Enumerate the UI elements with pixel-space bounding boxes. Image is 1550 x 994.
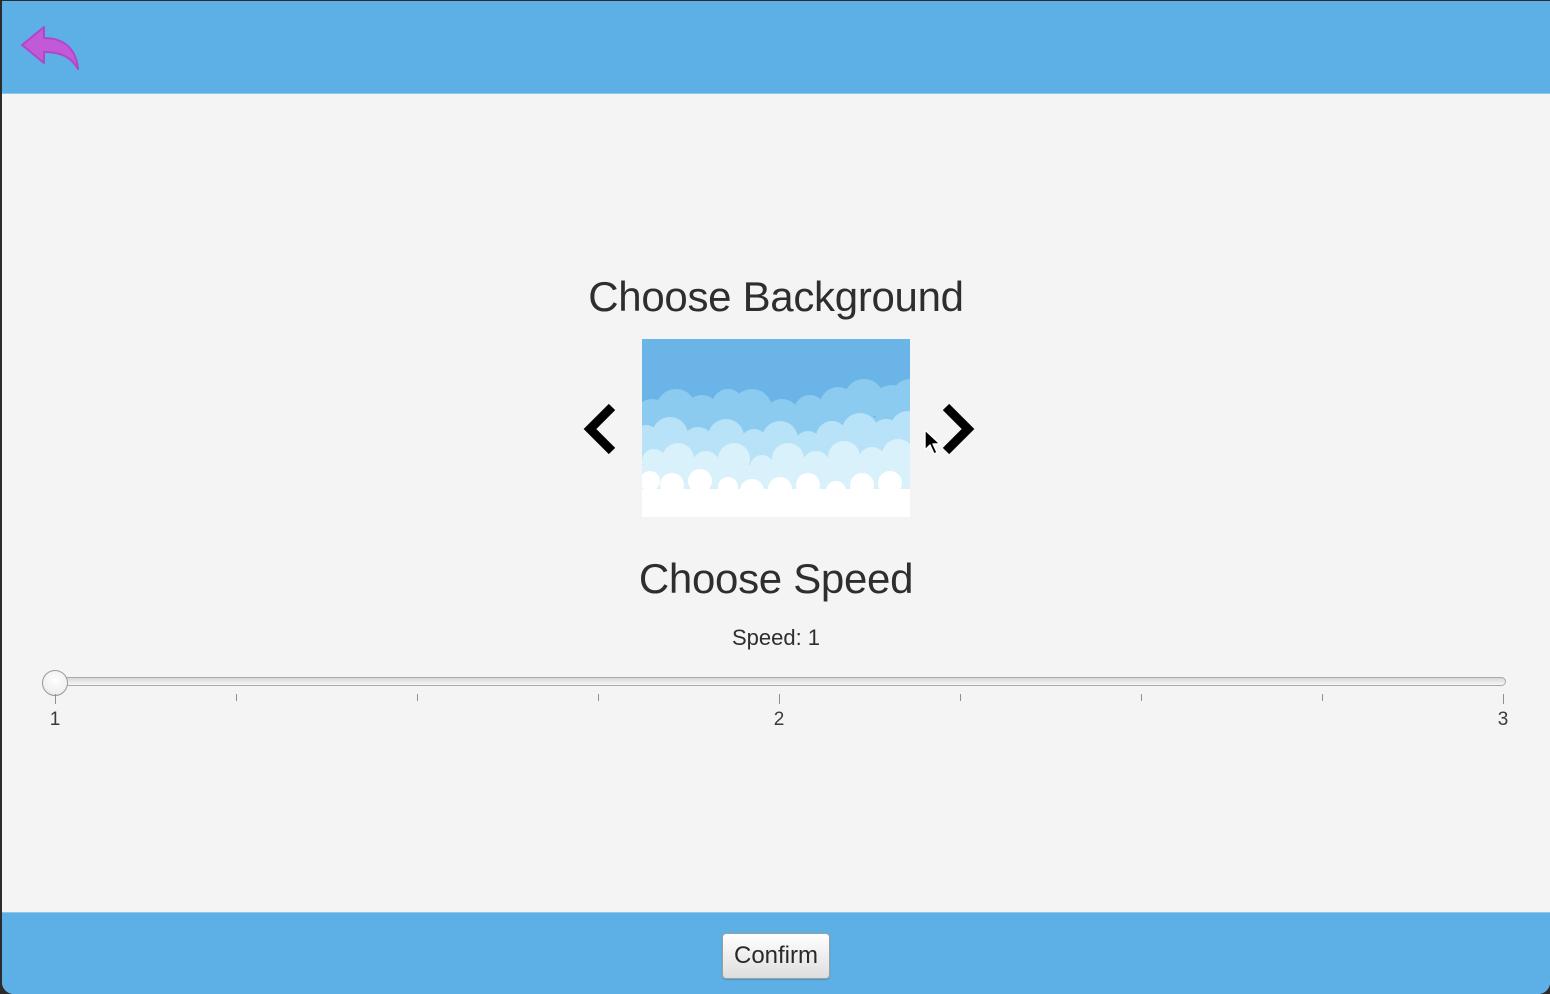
slider-major-tick [55,694,56,704]
sky-clouds-image [642,339,910,517]
speed-value-label: Speed: 1 [731,625,821,650]
bottom-bar: Confirm [2,912,1550,994]
back-arrow-icon [21,26,79,70]
slider-tick-label: 3 [1497,709,1509,730]
slider-tick-label: 1 [49,709,61,730]
top-bar [2,1,1550,94]
confirm-button[interactable]: Confirm [722,933,830,979]
background-preview [642,339,910,517]
slider-major-tick [779,694,780,704]
app-window: Choose Background Choose Speed Speed: 1 … [2,1,1550,994]
slider-minor-tick [1322,694,1323,701]
slider-minor-tick [236,694,237,701]
slider-major-tick [1503,694,1504,704]
chevron-left-icon [583,403,616,455]
slider-minor-tick [960,694,961,701]
speed-slider[interactable]: 1 2 3 [38,667,1510,737]
choose-speed-title: Choose Speed [638,555,914,602]
slider-minor-tick [1141,694,1142,701]
back-button[interactable] [16,19,86,75]
slider-minor-tick [417,694,418,701]
slider-tick-label: 2 [773,709,785,730]
slider-minor-tick [598,694,599,701]
mouse-cursor-icon [924,429,944,457]
choose-background-title: Choose Background [588,273,964,320]
slider-track[interactable] [54,677,1506,686]
slider-thumb[interactable] [42,670,68,696]
previous-background-button[interactable] [576,399,620,459]
